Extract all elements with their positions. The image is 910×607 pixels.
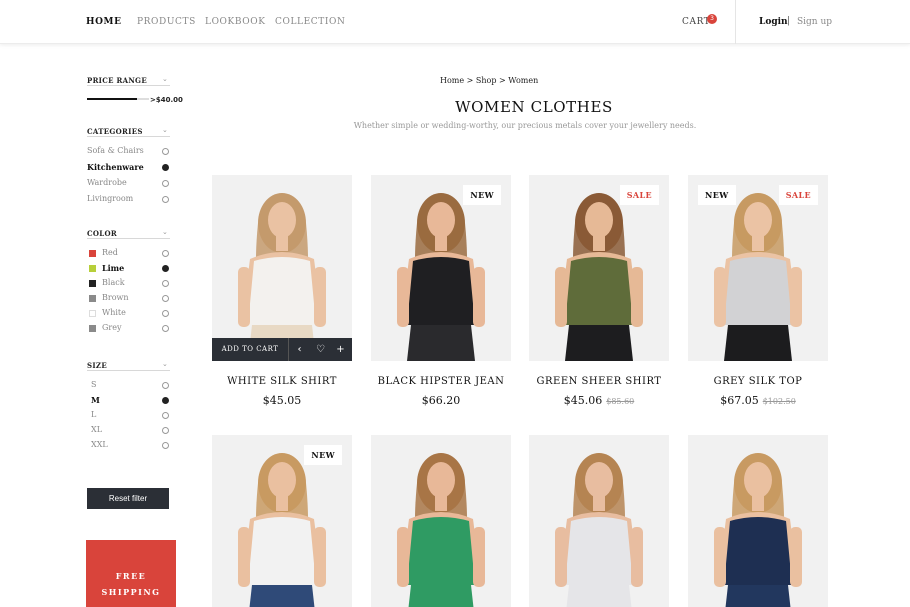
reset-filter-button[interactable]: Reset filter	[87, 488, 169, 509]
login-link[interactable]: Login	[759, 17, 788, 27]
size-radio[interactable]	[162, 427, 169, 434]
category-label[interactable]: Wardrobe	[87, 178, 127, 187]
size-label[interactable]: L	[91, 410, 96, 419]
share-icon[interactable]: ‹	[294, 344, 305, 355]
heart-icon[interactable]: ♡	[315, 344, 326, 355]
auth-separator: |	[787, 16, 791, 26]
size-radio[interactable]	[162, 397, 169, 404]
nav-collection[interactable]: COLLECTION	[275, 17, 346, 27]
color-label[interactable]: Red	[102, 248, 118, 257]
old-price: $102.50	[762, 397, 796, 406]
color-swatch[interactable]	[89, 250, 96, 257]
category-radio[interactable]	[162, 164, 169, 171]
size-radio[interactable]	[162, 382, 169, 389]
current-price: $66.20	[421, 394, 461, 407]
color-swatch[interactable]	[89, 310, 96, 317]
nav-lookbook[interactable]: LOOKBOOK	[205, 17, 266, 27]
color-swatch[interactable]	[89, 280, 96, 287]
current-price: $45.05	[262, 394, 302, 407]
color-radio[interactable]	[162, 265, 169, 272]
promo-line1: FREE	[115, 571, 147, 581]
size-label[interactable]: XXL	[91, 440, 108, 449]
color-radio[interactable]	[162, 250, 169, 257]
color-radio[interactable]	[162, 295, 169, 302]
signup-link[interactable]: Sign up	[797, 17, 832, 27]
product-image[interactable]	[212, 175, 352, 361]
color-radio[interactable]	[162, 325, 169, 332]
size-radio[interactable]	[162, 442, 169, 449]
plus-icon[interactable]: +	[335, 344, 346, 355]
add-to-cart-button[interactable]: ADD TO CART	[212, 338, 288, 361]
old-price: $85.60	[606, 397, 635, 406]
size-label[interactable]: M	[91, 395, 100, 405]
category-radio[interactable]	[162, 180, 169, 187]
divider	[288, 338, 289, 361]
size-title: SIZE	[87, 361, 107, 370]
product-image[interactable]	[371, 435, 511, 607]
price-range-title: PRICE RANGE	[87, 76, 147, 85]
product-price: $66.20	[371, 394, 511, 407]
size-label[interactable]: XL	[91, 425, 102, 434]
new-badge: NEW	[304, 445, 342, 465]
size-label[interactable]: S	[91, 380, 96, 389]
color-radio[interactable]	[162, 310, 169, 317]
current-price: $67.05	[720, 394, 759, 407]
sale-badge: SALE	[619, 185, 659, 205]
color-label[interactable]: Brown	[102, 293, 129, 302]
chevron-down-icon[interactable]: ⌄	[162, 228, 168, 236]
category-label[interactable]: Sofa & Chairs	[87, 146, 144, 155]
sale-badge: SALE	[778, 185, 818, 205]
nav-products[interactable]: PRODUCTS	[137, 17, 196, 27]
color-title: COLOR	[87, 229, 118, 238]
category-radio[interactable]	[162, 196, 169, 203]
color-label[interactable]: Grey	[102, 323, 121, 332]
page-subtitle: Whether simple or wedding-worthy, our pr…	[353, 121, 697, 130]
color-radio[interactable]	[162, 280, 169, 287]
size-radio[interactable]	[162, 412, 169, 419]
color-label[interactable]: White	[102, 308, 126, 317]
new-badge: NEW	[463, 185, 501, 205]
free-shipping-banner[interactable]: FREE SHIPPING	[86, 540, 176, 607]
product-name[interactable]: GREEN SHEER SHIRT	[529, 376, 669, 387]
product-image[interactable]	[529, 435, 669, 607]
divider	[87, 136, 170, 137]
product-price: $45.06 $85.60	[529, 394, 669, 407]
page-title: WOMEN CLOTHES	[455, 98, 613, 116]
site-header: HOME PRODUCTS LOOKBOOK COLLECTION CART 3…	[0, 0, 910, 44]
price-slider-track[interactable]	[137, 98, 149, 100]
cart-count-badge: 3	[707, 14, 717, 24]
add-to-cart-bar: ADD TO CART ‹ ♡ +	[212, 338, 352, 361]
divider	[87, 85, 170, 86]
product-price: $67.05 $102.50	[688, 394, 828, 407]
new-badge: NEW	[698, 185, 736, 205]
category-radio[interactable]	[162, 148, 169, 155]
category-label[interactable]: Kitchenware	[87, 162, 144, 172]
price-slider-value: >$40.00	[150, 96, 183, 104]
color-swatch[interactable]	[89, 295, 96, 302]
color-label[interactable]: Lime	[102, 263, 124, 273]
breadcrumb: Home > Shop > Women	[440, 76, 539, 85]
divider	[87, 238, 170, 239]
chevron-down-icon[interactable]: ⌄	[162, 75, 168, 83]
price-slider-fill[interactable]	[87, 98, 137, 100]
color-label[interactable]: Black	[102, 278, 125, 287]
product-name[interactable]: BLACK HIPSTER JEAN	[371, 376, 511, 387]
product-price: $45.05	[212, 394, 352, 407]
chevron-down-icon[interactable]: ⌄	[162, 360, 168, 368]
nav-home[interactable]: HOME	[86, 17, 122, 27]
category-label[interactable]: Livingroom	[87, 194, 133, 203]
categories-title: CATEGORIES	[87, 127, 143, 136]
divider	[87, 370, 170, 371]
color-swatch[interactable]	[89, 325, 96, 332]
color-swatch[interactable]	[89, 265, 96, 272]
product-name[interactable]: GREY SILK TOP	[688, 376, 828, 387]
product-image[interactable]	[688, 435, 828, 607]
promo-line2: SHIPPING	[101, 587, 161, 597]
chevron-down-icon[interactable]: ⌄	[162, 126, 168, 134]
header-divider	[735, 0, 736, 44]
product-name[interactable]: WHITE SILK SHIRT	[212, 376, 352, 387]
current-price: $45.06	[563, 394, 603, 407]
